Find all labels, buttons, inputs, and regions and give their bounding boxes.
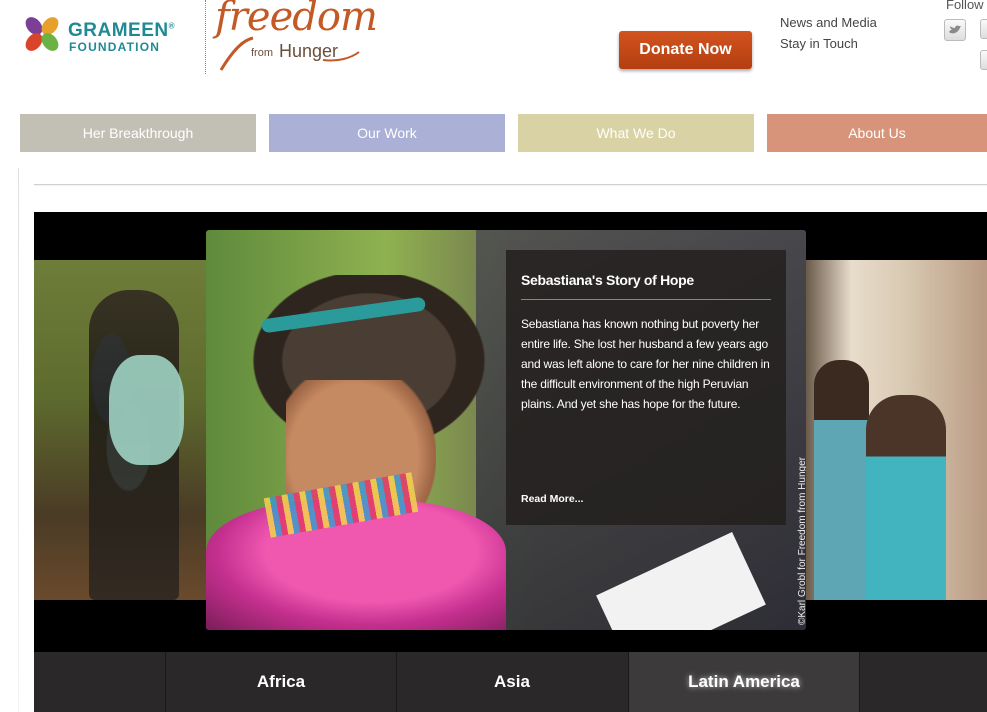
nav-what-we-do[interactable]: What We Do: [518, 114, 754, 152]
read-more-link[interactable]: Read More...: [521, 493, 583, 505]
region-tabs: Africa Asia Latin America: [34, 652, 987, 712]
girl-figure: [866, 395, 946, 600]
nav-her-breakthrough[interactable]: Her Breakthrough: [20, 114, 256, 152]
grameen-foundation-logo[interactable]: GRAMEEN® FOUNDATION: [22, 14, 197, 56]
social-icon-3[interactable]: [980, 50, 987, 70]
previous-slide-image[interactable]: [34, 260, 206, 600]
caption-divider: [521, 299, 771, 300]
nav-our-work[interactable]: Our Work: [269, 114, 505, 152]
tab-asia[interactable]: Asia: [396, 652, 627, 712]
photo-credit: ©Karl Grobl for Freedom from Hunger: [797, 457, 806, 625]
tab-africa[interactable]: Africa: [165, 652, 396, 712]
grameen-wordmark: GRAMEEN®: [68, 20, 176, 41]
donate-now-button[interactable]: Donate Now: [619, 31, 752, 69]
foundation-wordmark: FOUNDATION: [69, 40, 161, 54]
grameen-petals-icon: [25, 17, 59, 51]
content-edge: [18, 168, 19, 712]
section-divider: [34, 184, 987, 185]
freedom-from-hunger-logo[interactable]: freedom from Hunger: [213, 0, 378, 76]
nav-about-us[interactable]: About Us: [767, 114, 987, 152]
main-slide-photo[interactable]: Sebastiana's Story of Hope Sebastiana ha…: [206, 230, 806, 630]
twitter-icon[interactable]: [944, 19, 966, 41]
story-slider: Sebastiana's Story of Hope Sebastiana ha…: [34, 212, 987, 712]
social-icon-2[interactable]: [980, 19, 987, 39]
follow-label: Follow: [946, 0, 984, 12]
baby-sling: [109, 355, 184, 465]
tab-latin-america[interactable]: Latin America: [628, 652, 859, 712]
story-caption-box: Sebastiana's Story of Hope Sebastiana ha…: [506, 250, 786, 525]
news-and-media-link[interactable]: News and Media: [780, 15, 877, 30]
ffh-hunger-text: Hunger: [279, 41, 339, 61]
logo-divider: [205, 0, 206, 74]
next-slide-image[interactable]: [806, 260, 987, 600]
story-title: Sebastiana's Story of Hope: [521, 272, 694, 288]
stay-in-touch-link[interactable]: Stay in Touch: [780, 36, 858, 51]
person-figure: [814, 360, 869, 600]
story-body: Sebastiana has known nothing but poverty…: [521, 317, 770, 411]
tab-more[interactable]: [859, 652, 987, 712]
ffh-from-text: from: [251, 47, 273, 59]
